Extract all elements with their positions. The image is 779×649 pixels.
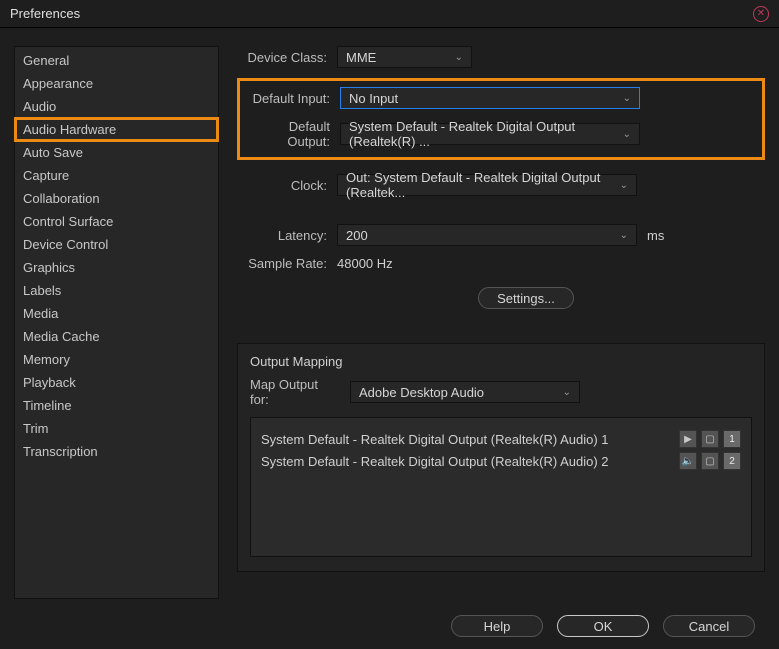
sidebar-item-memory[interactable]: Memory	[15, 348, 218, 371]
chevron-down-icon: ⌄	[623, 129, 631, 140]
row-latency: Latency: 200 ⌄ ms	[237, 224, 765, 246]
close-icon: ✕	[757, 8, 765, 19]
row-clock: Clock: Out: System Default - Realtek Dig…	[237, 174, 765, 196]
row-default-output: Default Output: System Default - Realtek…	[246, 119, 752, 149]
output-mapping-title: Output Mapping	[250, 354, 752, 369]
sidebar-item-general[interactable]: General	[15, 49, 218, 72]
body: General Appearance Audio Audio Hardware …	[0, 28, 779, 649]
dropdown-value: 200	[346, 228, 368, 243]
label-device-class: Device Class:	[237, 50, 327, 65]
sidebar-item-media-cache[interactable]: Media Cache	[15, 325, 218, 348]
dropdown-value: No Input	[349, 91, 398, 106]
mapping-row-name: System Default - Realtek Digital Output …	[261, 432, 609, 447]
sidebar-item-device-control[interactable]: Device Control	[15, 233, 218, 256]
row-default-input: Default Input: No Input ⌄	[246, 87, 752, 109]
label-default-input: Default Input:	[246, 91, 330, 106]
sample-rate-value: 48000 Hz	[337, 256, 393, 271]
mapping-row-controls: 🔈 ▢ 2	[679, 452, 741, 470]
main-panel: Device Class: MME ⌄ Default Input: No In…	[237, 46, 765, 599]
output-mapping-group: Output Mapping Map Output for: Adobe Des…	[237, 343, 765, 572]
dropdown-device-class[interactable]: MME ⌄	[337, 46, 472, 68]
sidebar-item-timeline[interactable]: Timeline	[15, 394, 218, 417]
sidebar-item-playback[interactable]: Playback	[15, 371, 218, 394]
dropdown-latency[interactable]: 200 ⌄	[337, 224, 637, 246]
latency-unit: ms	[647, 228, 664, 243]
sidebar-item-trim[interactable]: Trim	[15, 417, 218, 440]
label-map-output: Map Output for:	[250, 377, 340, 407]
settings-button[interactable]: Settings...	[478, 287, 574, 309]
label-default-output: Default Output:	[246, 119, 330, 149]
ok-button[interactable]: OK	[557, 615, 649, 637]
row-device-class: Device Class: MME ⌄	[237, 46, 765, 68]
dropdown-value: MME	[346, 50, 376, 65]
close-button[interactable]: ✕	[753, 6, 769, 22]
mapping-row: System Default - Realtek Digital Output …	[261, 450, 741, 472]
mapping-row: System Default - Realtek Digital Output …	[261, 428, 741, 450]
titlebar: Preferences ✕	[0, 0, 779, 28]
channel-number[interactable]: 2	[723, 452, 741, 470]
row-map-output: Map Output for: Adobe Desktop Audio ⌄	[250, 377, 752, 407]
label-clock: Clock:	[237, 178, 327, 193]
sidebar-item-audio[interactable]: Audio	[15, 95, 218, 118]
row-settings: Settings...	[237, 287, 765, 309]
dropdown-value: Out: System Default - Realtek Digital Ou…	[346, 170, 620, 200]
map-icon[interactable]: ▢	[701, 452, 719, 470]
window-title: Preferences	[10, 6, 80, 21]
sidebar-item-auto-save[interactable]: Auto Save	[15, 141, 218, 164]
speaker-icon[interactable]: 🔈	[679, 452, 697, 470]
sidebar-item-audio-hardware[interactable]: Audio Hardware	[15, 118, 218, 141]
sidebar-item-control-surface[interactable]: Control Surface	[15, 210, 218, 233]
sidebar: General Appearance Audio Audio Hardware …	[14, 46, 219, 599]
dropdown-value: System Default - Realtek Digital Output …	[349, 119, 623, 149]
label-latency: Latency:	[237, 228, 327, 243]
mapping-row-controls: ▶ ▢ 1	[679, 430, 741, 448]
dropdown-value: Adobe Desktop Audio	[359, 385, 484, 400]
dropdown-default-input[interactable]: No Input ⌄	[340, 87, 640, 109]
label-sample-rate: Sample Rate:	[237, 256, 327, 271]
row-sample-rate: Sample Rate: 48000 Hz	[237, 256, 765, 271]
dropdown-default-output[interactable]: System Default - Realtek Digital Output …	[340, 123, 640, 145]
sidebar-item-transcription[interactable]: Transcription	[15, 440, 218, 463]
sidebar-item-capture[interactable]: Capture	[15, 164, 218, 187]
sidebar-item-media[interactable]: Media	[15, 302, 218, 325]
chevron-down-icon: ⌄	[563, 387, 571, 398]
cancel-button[interactable]: Cancel	[663, 615, 755, 637]
sidebar-item-labels[interactable]: Labels	[15, 279, 218, 302]
mapping-list: System Default - Realtek Digital Output …	[250, 417, 752, 557]
dropdown-map-output[interactable]: Adobe Desktop Audio ⌄	[350, 381, 580, 403]
sidebar-item-graphics[interactable]: Graphics	[15, 256, 218, 279]
sidebar-item-appearance[interactable]: Appearance	[15, 72, 218, 95]
footer: Help OK Cancel	[451, 615, 755, 637]
mapping-row-name: System Default - Realtek Digital Output …	[261, 454, 609, 469]
dropdown-clock[interactable]: Out: System Default - Realtek Digital Ou…	[337, 174, 637, 196]
preferences-window: Preferences ✕ General Appearance Audio A…	[0, 0, 779, 649]
chevron-down-icon: ⌄	[455, 52, 463, 63]
sidebar-item-collaboration[interactable]: Collaboration	[15, 187, 218, 210]
map-icon[interactable]: ▢	[701, 430, 719, 448]
chevron-down-icon: ⌄	[620, 230, 628, 241]
play-icon[interactable]: ▶	[679, 430, 697, 448]
channel-number[interactable]: 1	[723, 430, 741, 448]
highlight-input-output: Default Input: No Input ⌄ Default Output…	[237, 78, 765, 160]
chevron-down-icon: ⌄	[620, 180, 628, 191]
chevron-down-icon: ⌄	[623, 93, 631, 104]
help-button[interactable]: Help	[451, 615, 543, 637]
